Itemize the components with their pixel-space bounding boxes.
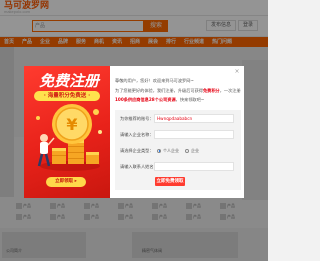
offer-highlight: 100条供应商信息28个公司资源: [115, 97, 176, 102]
offer-line: 100条供应商信息28个公司资源，快来领取吧~: [115, 97, 204, 103]
offer-suffix: ，快来领取吧~: [175, 97, 205, 102]
account-label: 为你推荐的账号：: [120, 116, 154, 121]
account-field[interactable]: Hwnqpdaababcn: [154, 114, 234, 123]
person-figure-icon: [37, 134, 55, 167]
radio-personal-label: 个人企业: [163, 148, 179, 153]
intro-suffix: ，一次注册: [219, 88, 241, 93]
radio-company[interactable]: [185, 148, 189, 153]
close-icon[interactable]: ×: [234, 69, 240, 75]
greeting-text: 尊敬的用户，您好！欢迎来到马可波罗网~: [115, 78, 194, 83]
submit-button[interactable]: 立即免费领取: [155, 177, 185, 186]
gold-coin-icon: ¥: [52, 104, 92, 144]
account-value: Hwnqpdaababcn: [157, 116, 193, 121]
promo-banner: 免费注册 · 海量积分免费送 · ¥ 立即领取 ▸: [24, 66, 110, 198]
contact-label: 请输入联系人姓名：: [120, 164, 158, 169]
register-modal: 免费注册 · 海量积分免费送 · ¥ 立即领取 ▸ × 尊敬的用户，您好！欢迎来…: [24, 66, 244, 198]
svg-text:¥: ¥: [66, 115, 77, 134]
intro-line: 为了您能更好的体验，我们注册，升级后可获得免费积分，一次注册: [115, 88, 241, 94]
radio-personal[interactable]: [157, 148, 161, 153]
register-panel: × 尊敬的用户，您好！欢迎来到马可波罗网~ 为了您能更好的体验，我们注册，升级后…: [110, 66, 244, 198]
company-type-label: 请选择企业类型：: [120, 148, 154, 153]
promo-claim-button[interactable]: 立即领取 ▸: [46, 177, 86, 187]
register-form: 为你推荐的账号： Hwnqpdaababcn 请输入企业名称： 请选择企业类型：…: [115, 110, 241, 190]
contact-name-input[interactable]: [154, 162, 234, 171]
company-name-input[interactable]: [154, 130, 234, 139]
radio-company-label: 企业: [191, 148, 199, 153]
intro-highlight: 免费积分: [202, 88, 220, 93]
company-label: 请输入企业名称：: [120, 132, 154, 137]
intro-text: 为了您能更好的体验，我们注册，升级后可获得: [115, 88, 203, 93]
